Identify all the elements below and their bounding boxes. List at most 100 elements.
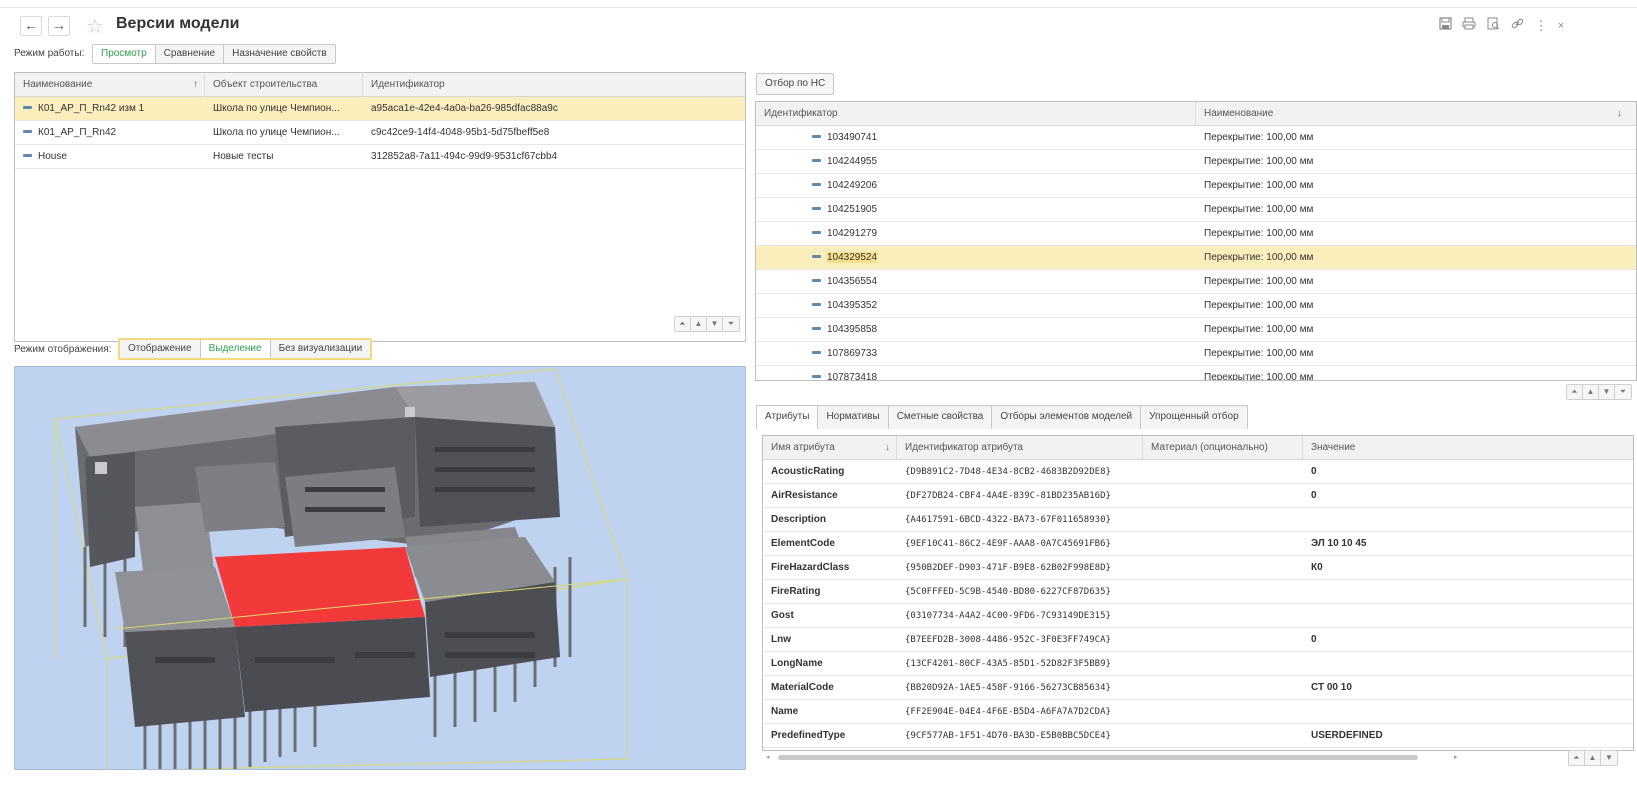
table-row[interactable]: Lnw {B7EEFD2B-3008-4486-952C-3F0E3FF749CA… — [763, 628, 1633, 652]
table-row[interactable]: 104395858 Перекрытие: 100,00 мм — [756, 318, 1636, 342]
table-row[interactable]: MaterialCode {BB20D92A-1AE5-458F-9166-562… — [763, 676, 1633, 700]
scroll-up-icon[interactable]: ▲ — [691, 317, 707, 331]
tab-normatives[interactable]: Нормативы — [817, 405, 889, 429]
scrollbar-thumb[interactable] — [778, 755, 1418, 760]
table-row[interactable]: 104244955 Перекрытие: 100,00 мм — [756, 150, 1636, 174]
element-id: 104356554 — [827, 275, 878, 287]
scroll-down-icon[interactable]: ▼ — [1599, 385, 1615, 399]
work-mode-switch: Просмотр Сравнение Назначение свойств — [92, 44, 336, 64]
print-icon[interactable] — [1460, 17, 1478, 35]
favorite-star-icon[interactable]: ☆ — [86, 14, 104, 39]
element-dash-icon — [23, 106, 32, 110]
scroll-bottom-icon[interactable]: ⏷ — [1615, 385, 1631, 399]
table-row[interactable]: 107869733 Перекрытие: 100,00 мм — [756, 342, 1636, 366]
element-name: Перекрытие: 100,00 мм — [1204, 179, 1314, 191]
element-id: 104395352 — [827, 299, 878, 311]
table-row[interactable]: 104329524 Перекрытие: 100,00 мм — [756, 246, 1636, 270]
table-row[interactable]: FireRating {5C0FFFED-5C9B-4540-BD80-6227C… — [763, 580, 1633, 604]
column-header-element-id[interactable]: Идентификатор — [756, 102, 1196, 126]
attr-guid: {A4617591-6BCD-4322-BA73-67F011658930} — [905, 514, 1111, 525]
element-id-cell: 104251905 — [756, 198, 1196, 222]
table-row[interactable]: 104395352 Перекрытие: 100,00 мм — [756, 294, 1636, 318]
forward-button[interactable]: → — [48, 16, 70, 36]
element-name: Перекрытие: 100,00 мм — [1204, 371, 1314, 381]
table-row[interactable]: К01_АР_П_Rn42 Школа по улице Чемпион... … — [15, 121, 745, 145]
table-row[interactable]: Gost {03107734-A4A2-4C00-9FD6-7C93149DE31… — [763, 604, 1633, 628]
preview-icon[interactable] — [1484, 17, 1502, 35]
element-id-cell: 104395352 — [756, 294, 1196, 318]
elements-table: Идентификатор Наименование ↓ 103490741 Пер… — [755, 101, 1637, 381]
element-dash-icon — [812, 279, 821, 283]
attr-value — [1303, 580, 1633, 604]
table-row[interactable]: ElementCode {9EF10C41-86C2-4E9F-AAA8-0A7C… — [763, 532, 1633, 556]
column-header-id[interactable]: Идентификатор — [363, 73, 745, 97]
table-row[interactable]: 104249206 Перекрытие: 100,00 мм — [756, 174, 1636, 198]
version-name: К01_АР_П_Rn42 изм 1 — [38, 102, 145, 114]
column-header-element-name[interactable]: Наименование ↓ — [1196, 102, 1636, 126]
work-mode-assign-properties[interactable]: Назначение свойств — [224, 45, 335, 63]
work-mode-label: Режим работы: — [14, 48, 85, 59]
table-row[interactable]: 104356554 Перекрытие: 100,00 мм — [756, 270, 1636, 294]
scroll-bottom-icon[interactable]: ⏷ — [723, 317, 739, 331]
table-row[interactable]: 104291279 Перекрытие: 100,00 мм — [756, 222, 1636, 246]
elements-table-header: Идентификатор Наименование ↓ — [756, 102, 1636, 126]
element-id: 104329524 — [827, 251, 878, 263]
scroll-left-icon[interactable]: ◂ — [766, 753, 770, 761]
scroll-right-icon[interactable]: ▸ — [1454, 753, 1458, 761]
scroll-top-icon[interactable]: ⏶ — [1567, 385, 1583, 399]
back-button[interactable]: ← — [20, 16, 42, 36]
tab-model-element-filters[interactable]: Отборы элементов моделей — [991, 405, 1142, 429]
table-row[interactable]: 107873418 Перекрытие: 100,00 мм — [756, 366, 1636, 381]
scroll-top-icon[interactable]: ⏶ — [1569, 751, 1585, 765]
display-mode-none[interactable]: Без визуализации — [270, 340, 371, 358]
save-icon[interactable] — [1436, 17, 1454, 35]
work-mode-compare[interactable]: Сравнение — [155, 45, 225, 63]
close-icon[interactable]: × — [1552, 17, 1570, 35]
scroll-up-icon[interactable]: ▲ — [1583, 385, 1599, 399]
table-row[interactable]: К01_АР_П_Rn42 изм 1 Школа по улице Чемпи… — [15, 97, 745, 121]
attr-material — [1143, 532, 1303, 556]
link-icon[interactable] — [1508, 17, 1526, 35]
tab-attributes[interactable]: Атрибуты — [756, 405, 819, 429]
attr-value: 0 — [1311, 633, 1317, 645]
table-row[interactable]: Description {A4617591-6BCD-4322-BA73-67F0… — [763, 508, 1633, 532]
table-row[interactable]: PredefinedType {9CF577AB-1F51-4D70-BA3D-E… — [763, 724, 1633, 748]
attr-name: MaterialCode — [771, 681, 834, 693]
tab-estimate-properties[interactable]: Сметные свойства — [887, 405, 993, 429]
scroll-down-icon[interactable]: ▼ — [707, 317, 723, 331]
table-row[interactable]: 104251905 Перекрытие: 100,00 мм — [756, 198, 1636, 222]
table-row[interactable]: FireHazardClass {950B2DEF-D903-471F-B9E8-… — [763, 556, 1633, 580]
attr-name: ElementCode — [771, 537, 835, 549]
element-dash-icon — [812, 303, 821, 307]
column-header-name[interactable]: Наименование ↑ — [15, 73, 205, 97]
filter-by-ns-button[interactable]: Отбор по НС — [756, 73, 835, 95]
table-row[interactable]: AirResistance {DF27DB24-CBF4-4A4E-839C-81… — [763, 484, 1633, 508]
display-mode-show[interactable]: Отображение — [120, 340, 201, 358]
table-row[interactable]: AcousticRating {D9B891C2-7D48-4E34-8CB2-4… — [763, 460, 1633, 484]
attr-material — [1143, 556, 1303, 580]
table-row[interactable]: Name {FF2E904E-04E4-4F6E-B5D4-A6FA7A7D2CD… — [763, 700, 1633, 724]
attr-material — [1143, 604, 1303, 628]
column-header-material[interactable]: Материал (опционально) — [1143, 436, 1303, 460]
scroll-top-icon[interactable]: ⏶ — [675, 317, 691, 331]
arrow-left-icon: ← — [24, 17, 38, 33]
table-row[interactable]: LongName {13CF4201-80CF-43A5-85D1-52D82F3… — [763, 652, 1633, 676]
column-header-attr-name[interactable]: Имя атрибута ↓ — [763, 436, 897, 460]
table-row[interactable]: 103490741 Перекрытие: 100,00 мм — [756, 126, 1636, 150]
more-icon[interactable]: ⋮ — [1532, 17, 1550, 35]
attr-material — [1143, 460, 1303, 484]
table-row[interactable]: House Новые тесты 312852a8-7a11-494c-99d… — [15, 145, 745, 169]
model-3d-viewer[interactable] — [14, 366, 746, 770]
column-header-object[interactable]: Объект строительства — [205, 73, 363, 97]
column-header-attr-id[interactable]: Идентификатор атрибута — [897, 436, 1143, 460]
horizontal-scrollbar[interactable]: ◂ ▸ — [766, 752, 1466, 762]
versions-scroll-buttons: ⏶ ▲ ▼ ⏷ — [674, 316, 740, 332]
column-header-value[interactable]: Значение — [1303, 436, 1633, 460]
attr-name: Lnw — [771, 633, 791, 645]
work-mode-view[interactable]: Просмотр — [93, 45, 156, 63]
scroll-down-icon[interactable]: ▼ — [1601, 751, 1617, 765]
tab-simplified-filter[interactable]: Упрощенный отбор — [1140, 405, 1248, 429]
display-mode-highlight[interactable]: Выделение — [200, 340, 271, 358]
scroll-up-icon[interactable]: ▲ — [1585, 751, 1601, 765]
attr-material — [1143, 628, 1303, 652]
